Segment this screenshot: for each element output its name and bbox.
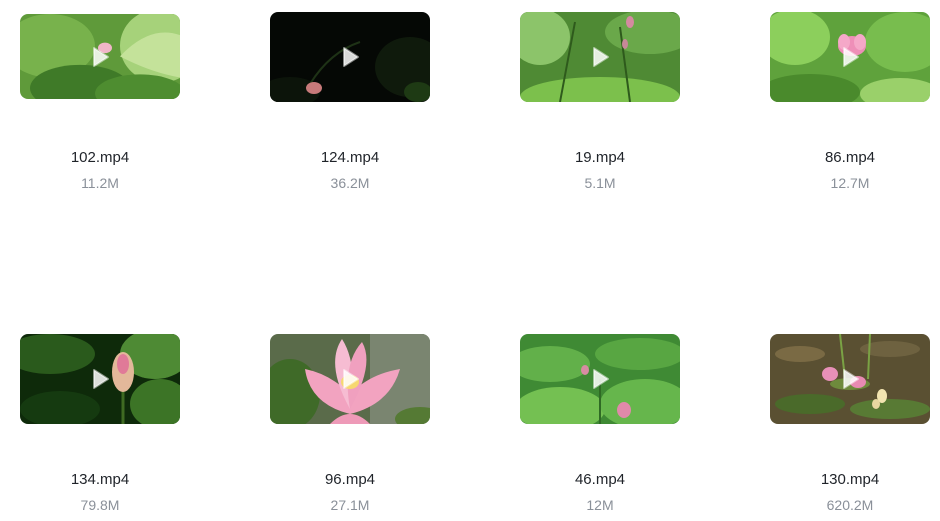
play-icon[interactable] xyxy=(839,368,861,390)
video-thumbnail[interactable] xyxy=(520,334,680,424)
video-tile[interactable]: 124.mp4 36.2M xyxy=(270,12,430,191)
video-file-size: 79.8M xyxy=(80,497,120,513)
video-file-name[interactable]: 124.mp4 xyxy=(270,149,430,166)
video-tile[interactable]: 86.mp4 12.7M xyxy=(770,12,930,191)
video-thumbnail[interactable] xyxy=(20,14,180,99)
video-file-name[interactable]: 102.mp4 xyxy=(20,149,180,166)
video-file-size: 36.2M xyxy=(330,175,370,191)
play-icon[interactable] xyxy=(839,46,861,68)
video-file-size: 620.2M xyxy=(826,497,874,513)
video-file-name[interactable]: 19.mp4 xyxy=(520,149,680,166)
play-icon[interactable] xyxy=(589,368,611,390)
video-thumbnail[interactable] xyxy=(20,334,180,424)
video-tile[interactable]: 130.mp4 620.2M xyxy=(770,334,930,513)
video-file-name[interactable]: 134.mp4 xyxy=(20,471,180,488)
video-file-size: 12M xyxy=(586,497,614,513)
video-tile[interactable]: 96.mp4 27.1M xyxy=(270,334,430,513)
video-thumbnail[interactable] xyxy=(770,12,930,102)
video-file-name[interactable]: 86.mp4 xyxy=(770,149,930,166)
video-file-size: 12.7M xyxy=(830,175,870,191)
video-file-name[interactable]: 46.mp4 xyxy=(520,471,680,488)
video-file-size: 5.1M xyxy=(584,175,616,191)
play-icon[interactable] xyxy=(89,368,111,390)
video-tile[interactable]: 46.mp4 12M xyxy=(520,334,680,513)
video-file-name[interactable]: 130.mp4 xyxy=(770,471,930,488)
video-tile[interactable]: 19.mp4 5.1M xyxy=(520,12,680,191)
play-icon[interactable] xyxy=(339,46,361,68)
video-thumbnail[interactable] xyxy=(520,12,680,102)
video-tile[interactable]: 134.mp4 79.8M xyxy=(20,334,180,513)
video-thumbnail[interactable] xyxy=(270,334,430,424)
video-file-name[interactable]: 96.mp4 xyxy=(270,471,430,488)
video-grid: 102.mp4 11.2M 124.mp4 36.2M 19.mp4 5.1M … xyxy=(0,0,940,521)
play-icon[interactable] xyxy=(589,46,611,68)
video-file-size: 11.2M xyxy=(81,175,119,191)
video-file-size: 27.1M xyxy=(330,497,370,513)
video-thumbnail[interactable] xyxy=(770,334,930,424)
play-icon[interactable] xyxy=(89,46,111,68)
video-thumbnail[interactable] xyxy=(270,12,430,102)
play-icon[interactable] xyxy=(339,368,361,390)
video-tile[interactable]: 102.mp4 11.2M xyxy=(20,14,180,191)
